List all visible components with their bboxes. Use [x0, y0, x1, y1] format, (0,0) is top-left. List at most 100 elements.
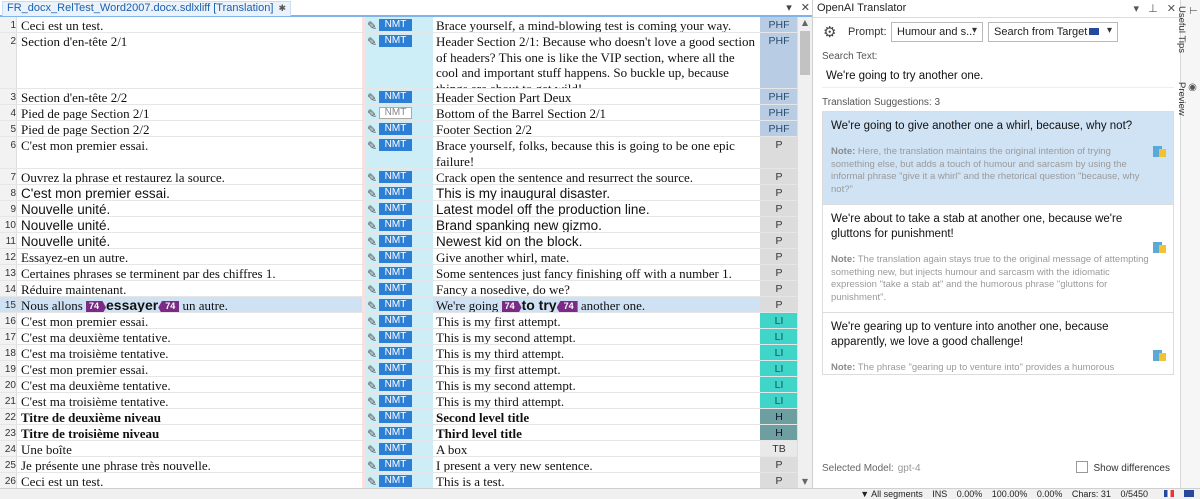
insert-translation-icon[interactable]	[1153, 349, 1167, 363]
segment-row[interactable]: 15 Nous allons 74 essayer 74 un autre. ✎ NMT W…	[0, 297, 798, 313]
status-cell[interactable]: ✎ NMT	[365, 377, 433, 393]
scroll-up-icon[interactable]: ▲	[798, 17, 812, 29]
dropdown-icon[interactable]: ▾	[786, 2, 792, 14]
target-cell[interactable]: We're going 74 to try 74 another one.	[433, 297, 760, 312]
target-cell[interactable]: Brace yourself, a mind-blowing test is c…	[433, 17, 760, 32]
status-cell[interactable]: ✎ NMT	[365, 281, 433, 297]
status-cell[interactable]: ✎ NMT	[365, 201, 433, 217]
close-icon[interactable]: ✕	[801, 2, 810, 14]
target-cell[interactable]: This is a test.	[433, 473, 760, 488]
segment-row[interactable]: 25 Je présente une phrase très nouvelle. ✎…	[0, 457, 798, 473]
status-cell[interactable]: ✎ NMT	[365, 121, 433, 137]
target-cell[interactable]: Footer Section 2/2	[433, 121, 760, 136]
segment-row[interactable]: 8 C'est mon premier essai. ✎ NMT This is my …	[0, 185, 798, 201]
suggestion-item[interactable]: We're about to take a stab at another on…	[823, 205, 1173, 313]
prompt-dropdown[interactable]: Humour and s... ▾	[891, 22, 983, 42]
panel-menu-icon[interactable]: ▾	[1134, 3, 1140, 15]
status-cell[interactable]: ✎ NMT	[365, 17, 433, 33]
segment-row[interactable]: 18 C'est ma troisième tentative. ✎ NMT This …	[0, 345, 798, 361]
scroll-thumb[interactable]	[800, 31, 810, 75]
tag-marker[interactable]: 74	[501, 301, 522, 312]
status-cell[interactable]: ✎ NMT	[365, 457, 433, 473]
status-cell[interactable]: ✎ NMT	[365, 441, 433, 457]
insert-translation-icon[interactable]	[1153, 241, 1167, 255]
filter-icon[interactable]: ▼	[860, 489, 869, 499]
target-cell[interactable]: Second level title	[433, 409, 760, 424]
segment-row[interactable]: 13 Certaines phrases se terminent par des…	[0, 265, 798, 281]
segment-row[interactable]: 2 Section d'en-tête 2/1 ✎ NMT Header Section…	[0, 33, 798, 89]
panel-pin-icon[interactable]: ⊥	[1148, 3, 1158, 15]
side-tab-useful-tips[interactable]: ⊥ Useful Tips	[1176, 6, 1198, 53]
status-cell[interactable]: ✎ NMT	[365, 329, 433, 345]
insert-mode[interactable]: INS	[932, 489, 947, 499]
segment-row[interactable]: 12 Essayez-en un autre. ✎ NMT Give another w…	[0, 249, 798, 265]
status-cell[interactable]: ✎ NMT	[365, 105, 433, 121]
segment-row[interactable]: 24 Une boîte ✎ NMT A box TB	[0, 441, 798, 457]
pin-icon[interactable]: ✱	[278, 3, 286, 13]
status-cell[interactable]: ✎ NMT	[365, 297, 433, 313]
status-cell[interactable]: ✎ NMT	[365, 473, 433, 488]
segment-row[interactable]: 9 Nouvelle unité. ✎ NMT Latest model off the…	[0, 201, 798, 217]
target-cell[interactable]: Crack open the sentence and resurrect th…	[433, 169, 760, 184]
segment-row[interactable]: 22 Titre de deuxième niveau ✎ NMT Second lev…	[0, 409, 798, 425]
tag-marker[interactable]: 74	[86, 301, 107, 312]
tag-marker[interactable]: 74	[556, 301, 578, 312]
target-cell[interactable]: Fancy a nosedive, do we?	[433, 281, 760, 296]
segment-row[interactable]: 10 Nouvelle unité. ✎ NMT Brand spanking new …	[0, 217, 798, 233]
target-cell[interactable]: Latest model off the production line.	[433, 201, 760, 216]
segment-row[interactable]: 21 C'est ma troisième tentative. ✎ NMT This …	[0, 393, 798, 409]
target-cell[interactable]: This is my first attempt.	[433, 313, 760, 328]
status-cell[interactable]: ✎ NMT	[365, 169, 433, 185]
side-tab-preview[interactable]: ◉ Preview	[1176, 82, 1198, 116]
segment-row[interactable]: 20 C'est ma deuxième tentative. ✎ NMT This i…	[0, 377, 798, 393]
segment-row[interactable]: 1 Ceci est un test. ✎ NMT Brace yourself, a …	[0, 17, 798, 33]
tag-marker[interactable]: 74	[158, 301, 180, 312]
scroll-down-icon[interactable]: ▼	[798, 476, 812, 488]
status-cell[interactable]: ✎ NMT	[365, 217, 433, 233]
target-cell[interactable]: Brand spanking new gizmo.	[433, 217, 760, 232]
target-cell[interactable]: This is my third attempt.	[433, 345, 760, 360]
checkbox[interactable]	[1076, 461, 1089, 473]
segment-filter[interactable]: All segments	[871, 489, 923, 499]
panel-close-icon[interactable]: ✕	[1167, 3, 1176, 15]
status-cell[interactable]: ✎ NMT	[365, 249, 433, 265]
segment-row[interactable]: 4 Pied de page Section 2/1 ✎ NMT Bottom of t…	[0, 105, 798, 121]
segment-row[interactable]: 7 Ouvrez la phrase et restaurez la source…	[0, 169, 798, 185]
target-cell[interactable]: This is my second attempt.	[433, 329, 760, 344]
target-cell[interactable]: Give another whirl, mate.	[433, 249, 760, 264]
segment-row[interactable]: 16 C'est mon premier essai. ✎ NMT This is my…	[0, 313, 798, 329]
insert-translation-icon[interactable]	[1153, 145, 1167, 159]
search-mode-dropdown[interactable]: Search from Target ▾	[988, 22, 1118, 42]
target-cell[interactable]: Header Section Part Deux	[433, 89, 760, 104]
gear-icon[interactable]: ⚙	[823, 23, 836, 41]
target-cell[interactable]: Third level title	[433, 425, 760, 440]
status-cell[interactable]: ✎ NMT	[365, 361, 433, 377]
target-cell[interactable]: This is my first attempt.	[433, 361, 760, 376]
segment-row[interactable]: 11 Nouvelle unité. ✎ NMT Newest kid on the b…	[0, 233, 798, 249]
segment-row[interactable]: 6 C'est mon premier essai. ✎ NMT Brace yours…	[0, 137, 798, 169]
search-text-field[interactable]: We're going to try another one.	[822, 64, 1174, 88]
target-cell[interactable]: Header Section 2/1: Because who doesn't …	[433, 33, 760, 88]
status-cell[interactable]: ✎ NMT	[365, 137, 433, 168]
segment-row[interactable]: 3 Section d'en-tête 2/2 ✎ NMT Header Section…	[0, 89, 798, 105]
status-cell[interactable]: ✎ NMT	[365, 345, 433, 361]
target-cell[interactable]: Brace yourself, folks, because this is g…	[433, 137, 760, 168]
target-cell[interactable]: This is my inaugural disaster.	[433, 185, 760, 200]
segment-row[interactable]: 14 Réduire maintenant. ✎ NMT Fancy a nosediv…	[0, 281, 798, 297]
status-cell[interactable]: ✎ NMT	[365, 409, 433, 425]
show-differences-checkbox[interactable]: Show differences	[1076, 461, 1170, 474]
segment-row[interactable]: 23 Titre de troisième niveau ✎ NMT Third lev…	[0, 425, 798, 441]
status-cell[interactable]: ✎ NMT	[365, 265, 433, 281]
editor-scrollbar[interactable]: ▲ ▼	[797, 17, 812, 488]
target-cell[interactable]: I present a very new sentence.	[433, 457, 760, 472]
status-cell[interactable]: ✎ NMT	[365, 89, 433, 105]
target-cell[interactable]: Bottom of the Barrel Section 2/1	[433, 105, 760, 120]
status-cell[interactable]: ✎ NMT	[365, 425, 433, 441]
segment-row[interactable]: 5 Pied de page Section 2/2 ✎ NMT Footer Sect…	[0, 121, 798, 137]
status-cell[interactable]: ✎ NMT	[365, 33, 433, 88]
segment-row[interactable]: 17 C'est ma deuxième tentative. ✎ NMT This i…	[0, 329, 798, 345]
segment-row[interactable]: 19 C'est mon premier essai. ✎ NMT This is my…	[0, 361, 798, 377]
document-tab[interactable]: FR_docx_RelTest_Word2007.docx.sdlxliff […	[2, 1, 291, 16]
status-cell[interactable]: ✎ NMT	[365, 185, 433, 201]
segment-row[interactable]: 26 Ceci est un test. ✎ NMT This is a test. P	[0, 473, 798, 488]
